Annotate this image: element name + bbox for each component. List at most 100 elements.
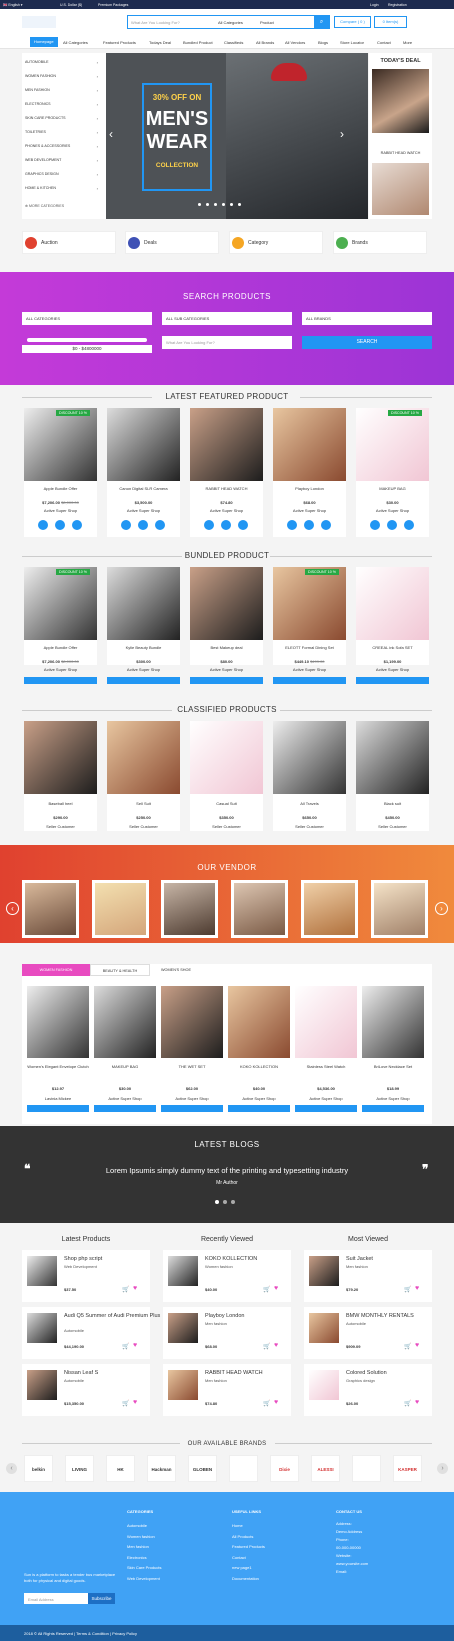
nav-more[interactable]: More	[403, 40, 412, 45]
footer-category-link[interactable]: Men fashion	[127, 1544, 149, 1549]
brands-select[interactable]: ALL BRANDS	[302, 312, 432, 325]
product-card[interactable]: DISCOUNT 10 % Apple Bundle Offer $7,206.00…	[24, 567, 97, 684]
product-name[interactable]: Colored Solution	[346, 1370, 430, 1376]
brand-logo[interactable]: GLOBEN	[188, 1455, 217, 1482]
heart-icon[interactable]: ♥	[133, 1399, 137, 1406]
product-image[interactable]	[190, 408, 263, 481]
list-item[interactable]: RABBIT HEAD WATCH Men fashion $74.80 🛒 ♥	[163, 1364, 291, 1416]
brands-next-icon[interactable]: ›	[437, 1463, 448, 1474]
product-name[interactable]: Apple Bundle Offer	[24, 486, 97, 491]
product-name[interactable]: KOKO KOLLECTION	[228, 1064, 290, 1069]
tab-beauty-health[interactable]: BEAUTY & HEALTH	[90, 964, 150, 976]
add-to-cart-button[interactable]	[107, 677, 180, 684]
add-to-cart-button[interactable]	[228, 1105, 290, 1112]
product-card[interactable]: RABBIT HEAD WATCH $74.80 Active Super Shop	[190, 408, 263, 537]
footer-useful-link[interactable]: Documentation	[232, 1576, 259, 1581]
brand-logo[interactable]: KASPER	[393, 1455, 422, 1482]
shop-name[interactable]: Active Super Shop	[107, 508, 180, 513]
brands-prev-icon[interactable]: ‹	[6, 1463, 17, 1474]
hero-dots[interactable]	[198, 203, 258, 207]
heart-icon[interactable]: ♥	[415, 1285, 419, 1292]
product-card[interactable]: CREEAL ink Sofa SET $1,199.00 Active Super…	[356, 567, 429, 684]
product-name[interactable]: KOKO KOLLECTION	[205, 1256, 289, 1262]
deal-item-label[interactable]: RABBIT HEAD WATCH	[369, 151, 432, 155]
heart-icon[interactable]: ♥	[274, 1399, 278, 1406]
classified-card[interactable]: All Travels $650.00 Seller Customer	[273, 721, 346, 831]
sidebar-item-automobile[interactable]: AUTOMOBILE ›	[25, 60, 103, 65]
product-name[interactable]: Women's Elegant Envelope Clutch	[27, 1064, 89, 1069]
add-to-cart-button[interactable]	[295, 1105, 357, 1112]
hero-prev-arrow-icon[interactable]: ‹	[109, 127, 113, 141]
nav-homepage[interactable]: Homepage	[30, 37, 58, 47]
compare-icon[interactable]	[55, 520, 65, 530]
product-image[interactable]	[24, 721, 97, 794]
register-link[interactable]: Registration	[388, 3, 407, 7]
footer-category-link[interactable]: Automobile	[127, 1523, 147, 1528]
product-name[interactable]: Stainless Steel Watch	[295, 1064, 357, 1069]
product-thumb[interactable]	[27, 1256, 57, 1286]
product-name[interactable]: Playboy London	[205, 1313, 289, 1319]
list-item[interactable]: Shop php script Web Development $37.50 🛒 ♥	[22, 1250, 150, 1302]
heart-icon[interactable]: ♥	[133, 1285, 137, 1292]
product-name[interactable]: Sell Suit	[107, 801, 180, 806]
sidebar-item-women-fashion[interactable]: WOMEN FASHION ›	[25, 74, 103, 79]
logo[interactable]	[22, 16, 56, 28]
shop-name[interactable]: Active Super Shop	[190, 508, 263, 513]
add-to-cart-button[interactable]	[94, 1105, 156, 1112]
currency-select[interactable]: U.S. Dollar ($)	[60, 3, 82, 7]
heart-icon[interactable]: ♥	[415, 1342, 419, 1349]
product-image[interactable]	[107, 408, 180, 481]
list-item[interactable]: Nissan Leaf S Automobile $15,350.00 🛒 ♥	[22, 1364, 150, 1416]
tab-product-card[interactable]: BriLove Necklace Set $18.99 Active Super S…	[362, 986, 424, 1118]
nav-all-brands[interactable]: All Brands	[256, 40, 274, 45]
product-image[interactable]	[356, 721, 429, 794]
sub-categories-select[interactable]: ALL SUB CATEGORIES	[162, 312, 292, 325]
compare-icon[interactable]	[304, 520, 314, 530]
keyword-input[interactable]: What Are You Looking For?	[162, 336, 292, 349]
cart-icon[interactable]: 🛒	[263, 1286, 270, 1293]
product-name[interactable]: Canon Digital SLR Camera	[107, 486, 180, 491]
product-card[interactable]: Canon Digital SLR Camera $3,500.00 Active …	[107, 408, 180, 537]
shop-name[interactable]: Active Super Shop	[356, 667, 429, 672]
feature-brands[interactable]: Brands	[333, 231, 427, 254]
cart-icon[interactable]: 🛒	[404, 1400, 411, 1407]
product-image[interactable]	[295, 986, 357, 1058]
vendor-prev-icon[interactable]: ‹	[6, 902, 19, 915]
nav-all-categories[interactable]: All Categories	[63, 40, 88, 45]
search-products-button[interactable]: SEARCH	[302, 336, 432, 349]
search-input[interactable]: What Are You Looking For?	[131, 20, 180, 25]
nav-blogs[interactable]: Blogs	[318, 40, 328, 45]
footer-subscribe-button[interactable]: Subscribe	[88, 1593, 115, 1604]
product-thumb[interactable]	[309, 1370, 339, 1400]
blog-dots[interactable]	[215, 1200, 239, 1205]
cart-icon[interactable]: 🛒	[263, 1343, 270, 1350]
product-name[interactable]: Nissan Leaf S	[64, 1370, 148, 1376]
compare-icon[interactable]	[221, 520, 231, 530]
brand-logo[interactable]: belkin	[24, 1455, 53, 1482]
product-name[interactable]: Best Makeup deal	[190, 645, 263, 650]
product-name[interactable]: Shop php script	[64, 1256, 148, 1262]
brand-logo[interactable]: HK	[106, 1455, 135, 1482]
product-name[interactable]: Audi Q5 Summer of Audi Premium Plus	[64, 1313, 160, 1319]
cart-button[interactable]: 0 Item(s)	[374, 16, 407, 28]
add-to-cart-button[interactable]	[273, 677, 346, 684]
tab-product-card[interactable]: KOKO KOLLECTION $40.00 Active Super Shop	[228, 986, 290, 1118]
footer-category-link[interactable]: Skin Care Products	[127, 1565, 161, 1570]
nav-store-locator[interactable]: Store Locator	[340, 40, 364, 45]
nav-featured-products[interactable]: Featured Products	[103, 40, 136, 45]
product-name[interactable]: Playboy London	[273, 486, 346, 491]
language-select[interactable]: 🇬🇧 English ▾	[3, 3, 23, 7]
vendor-card[interactable]	[22, 880, 79, 938]
feature-category[interactable]: Category	[229, 231, 323, 254]
shop-name[interactable]: Active Super Shop	[273, 667, 346, 672]
add-to-cart-button[interactable]	[24, 677, 97, 684]
product-image[interactable]	[107, 721, 180, 794]
product-name[interactable]: MAKEUP BAG	[356, 486, 429, 491]
product-image[interactable]	[24, 567, 97, 640]
shop-name[interactable]: Active Super Shop	[94, 1096, 156, 1101]
sidebar-item-phones[interactable]: PHONES & ACCESSORIES ›	[25, 144, 103, 149]
product-thumb[interactable]	[309, 1313, 339, 1343]
product-card[interactable]: Kylie Beauty Bundle $300.00 Active Super S…	[107, 567, 180, 684]
nav-bundled-product[interactable]: Bundled Product	[183, 40, 213, 45]
heart-icon[interactable]: ♥	[415, 1399, 419, 1406]
